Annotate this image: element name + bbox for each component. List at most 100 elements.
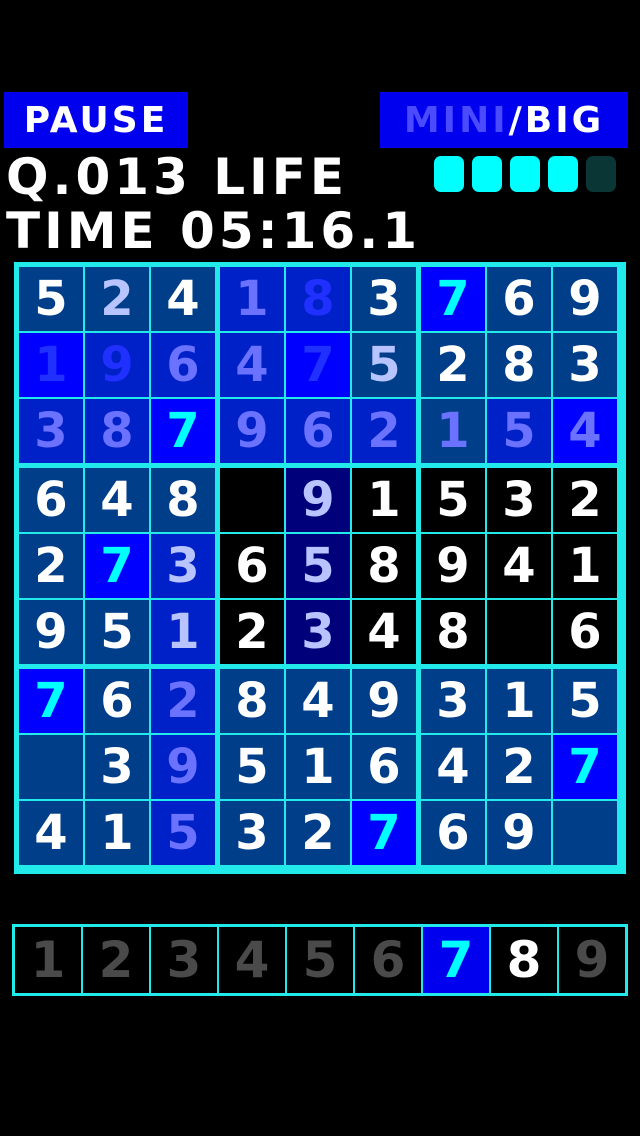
board-cell[interactable] [19, 735, 83, 799]
board-cell[interactable]: 6 [286, 399, 350, 463]
board-cell[interactable]: 3 [85, 735, 149, 799]
board-cell[interactable]: 1 [487, 669, 551, 733]
board-cell[interactable]: 7 [19, 669, 83, 733]
picker-digit-3[interactable]: 3 [151, 927, 217, 993]
board-cell[interactable]: 2 [352, 399, 416, 463]
board-cell[interactable]: 4 [220, 333, 284, 397]
board-cell[interactable]: 7 [553, 735, 617, 799]
board-cell[interactable]: 6 [85, 669, 149, 733]
board-cell[interactable]: 5 [286, 534, 350, 598]
board-cell[interactable] [487, 600, 551, 664]
board-cell[interactable]: 7 [352, 801, 416, 865]
board-cell[interactable]: 9 [85, 333, 149, 397]
big-label: BIG [524, 99, 605, 141]
board-cell[interactable]: 5 [19, 267, 83, 331]
board-cell[interactable]: 8 [151, 468, 215, 532]
board-cell[interactable]: 3 [19, 399, 83, 463]
board-cell[interactable]: 4 [553, 399, 617, 463]
board-cell[interactable]: 3 [286, 600, 350, 664]
board-cell[interactable]: 6 [19, 468, 83, 532]
board-cell[interactable]: 5 [487, 399, 551, 463]
board-cell[interactable]: 6 [421, 801, 485, 865]
board-cell[interactable]: 2 [220, 600, 284, 664]
board-cell[interactable]: 9 [286, 468, 350, 532]
life-box [434, 156, 464, 192]
picker-digit-8[interactable]: 8 [491, 927, 557, 993]
board-cell[interactable]: 2 [286, 801, 350, 865]
board-cell[interactable]: 3 [151, 534, 215, 598]
board-cell[interactable]: 9 [220, 399, 284, 463]
toggle-slash: / [508, 99, 525, 141]
board-cell[interactable]: 9 [553, 267, 617, 331]
board-cell[interactable]: 7 [85, 534, 149, 598]
picker-digit-6[interactable]: 6 [355, 927, 421, 993]
board-cell[interactable]: 4 [85, 468, 149, 532]
board-cell[interactable]: 3 [421, 669, 485, 733]
board-cell[interactable]: 3 [220, 801, 284, 865]
board-cell[interactable]: 1 [286, 735, 350, 799]
board-cell[interactable]: 6 [220, 534, 284, 598]
board-cell[interactable]: 1 [553, 534, 617, 598]
board-cell[interactable]: 6 [553, 600, 617, 664]
board-cell[interactable]: 4 [352, 600, 416, 664]
board-cell[interactable]: 8 [286, 267, 350, 331]
board-cell[interactable]: 9 [352, 669, 416, 733]
board-cell[interactable]: 2 [19, 534, 83, 598]
board-cell[interactable]: 5 [151, 801, 215, 865]
timer-row: TIME 05:16.1 [6, 206, 421, 256]
board-cell[interactable]: 4 [421, 735, 485, 799]
board-cell[interactable]: 2 [421, 333, 485, 397]
board-cell[interactable] [220, 468, 284, 532]
board-cell[interactable]: 8 [421, 600, 485, 664]
board-cell[interactable]: 2 [151, 669, 215, 733]
board-cell[interactable]: 8 [487, 333, 551, 397]
board-cell[interactable]: 9 [421, 534, 485, 598]
board-cell[interactable]: 6 [151, 333, 215, 397]
board-cell[interactable]: 4 [19, 801, 83, 865]
board-cell[interactable]: 9 [19, 600, 83, 664]
board-cell[interactable]: 1 [220, 267, 284, 331]
board-cell[interactable]: 8 [85, 399, 149, 463]
board-cell[interactable] [553, 801, 617, 865]
mini-big-toggle-button[interactable]: MINI / BIG [380, 92, 628, 148]
board-cell[interactable]: 1 [19, 333, 83, 397]
board-cell[interactable]: 7 [151, 399, 215, 463]
board-cell[interactable]: 2 [553, 468, 617, 532]
picker-digit-2[interactable]: 2 [83, 927, 149, 993]
board-cell[interactable]: 4 [487, 534, 551, 598]
board-cell[interactable]: 5 [220, 735, 284, 799]
board-cell[interactable]: 9 [151, 735, 215, 799]
question-number: Q.013 [6, 148, 192, 206]
life-box [510, 156, 540, 192]
board-cell[interactable]: 5 [553, 669, 617, 733]
life-box [586, 156, 616, 192]
board-cell[interactable]: 7 [286, 333, 350, 397]
picker-digit-7[interactable]: 7 [423, 927, 489, 993]
picker-digit-9[interactable]: 9 [559, 927, 625, 993]
board-cell[interactable]: 1 [151, 600, 215, 664]
board-cell[interactable]: 7 [421, 267, 485, 331]
time-value: 05:16.1 [180, 202, 421, 260]
board-cell[interactable]: 2 [487, 735, 551, 799]
board-cell[interactable]: 3 [352, 267, 416, 331]
pause-button[interactable]: PAUSE [4, 92, 188, 148]
board-cell[interactable]: 5 [352, 333, 416, 397]
board-cell[interactable]: 5 [85, 600, 149, 664]
board-cell[interactable]: 3 [487, 468, 551, 532]
picker-digit-5[interactable]: 5 [287, 927, 353, 993]
picker-digit-1[interactable]: 1 [15, 927, 81, 993]
board-cell[interactable]: 1 [421, 399, 485, 463]
board-cell[interactable]: 6 [487, 267, 551, 331]
board-cell[interactable]: 9 [487, 801, 551, 865]
board-cell[interactable]: 8 [352, 534, 416, 598]
board-cell[interactable]: 1 [352, 468, 416, 532]
board-cell[interactable]: 3 [553, 333, 617, 397]
board-cell[interactable]: 5 [421, 468, 485, 532]
board-cell[interactable]: 4 [151, 267, 215, 331]
board-cell[interactable]: 8 [220, 669, 284, 733]
board-cell[interactable]: 4 [286, 669, 350, 733]
board-cell[interactable]: 6 [352, 735, 416, 799]
picker-digit-4[interactable]: 4 [219, 927, 285, 993]
board-cell[interactable]: 1 [85, 801, 149, 865]
board-cell[interactable]: 2 [85, 267, 149, 331]
